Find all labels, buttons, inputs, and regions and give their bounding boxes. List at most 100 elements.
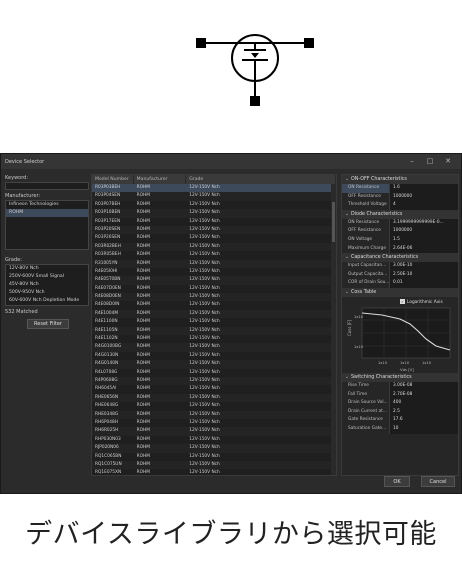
log-axis-checkbox[interactable]: ✓ Logarithmic Axis xyxy=(400,298,443,305)
table-row[interactable]: R03P10BEN ROHM 12V-150V Nch xyxy=(92,209,336,218)
property-value[interactable]: 3.1999999999999E-0... xyxy=(389,218,458,228)
table-row[interactable]: R4L0708G ROHM 12V-150V Nch xyxy=(92,369,336,377)
minimize-button[interactable]: – xyxy=(405,156,419,166)
grade-item[interactable]: 12V-80V Nch xyxy=(6,265,88,273)
table-row[interactable]: R4E05I0HI ROHM 12V-150V Nch xyxy=(92,268,336,276)
property-value[interactable]: 0.01 xyxy=(389,279,458,288)
table-row[interactable]: RH6P048H ROHM 12V-150V Nch xyxy=(92,419,336,427)
table-row[interactable]: R03P20SEN ROHM 12V-150V Nch xyxy=(92,225,336,235)
property-row[interactable]: Fall Time 2.70E-08 xyxy=(342,390,458,400)
table-row[interactable]: R03P04SEN ROHM 12V-150V Nch xyxy=(92,192,336,201)
table-row[interactable]: R4E08D0EN ROHM 12V-150V Nch xyxy=(92,293,336,302)
property-value[interactable]: 2.50E-10 xyxy=(389,270,458,280)
column-header-grade[interactable]: Grade xyxy=(186,175,336,184)
maximize-button[interactable]: □ xyxy=(423,156,437,166)
table-row[interactable]: R03P07BEH ROHM 12V-150V Nch xyxy=(92,201,336,209)
table-row[interactable]: R4E1100N ROHM 12V-150V Nch xyxy=(92,318,336,326)
table-row[interactable]: RHE0348G ROHM 12V-150V Nch xyxy=(92,410,336,419)
table-row[interactable]: R03P26SEN ROHM 12V-150V Nch xyxy=(92,234,336,242)
property-value[interactable]: 2.64E-06 xyxy=(389,244,458,254)
property-row[interactable]: Input Capacitan... 3.00E-10 xyxy=(342,262,458,271)
table-row[interactable]: R03R02BEH ROHM 12V-150V Nch xyxy=(92,242,336,252)
property-row[interactable]: OFF Resistance 1000000 xyxy=(342,192,458,202)
cell-model: R03P20SEN xyxy=(95,226,121,232)
property-row[interactable]: Output Capacita... 2.50E-10 xyxy=(342,270,458,280)
manufacturer-item[interactable]: Infineon Technologies xyxy=(6,201,88,209)
manufacturer-item[interactable]: ROHM xyxy=(6,209,88,217)
section-capacitance[interactable]: ⌄ Capacitance Characteristics xyxy=(342,253,458,263)
property-value[interactable]: 3.00E-08 xyxy=(389,381,458,391)
table-row[interactable]: R4E1105N ROHM 12V-150V Nch xyxy=(92,326,336,336)
property-row[interactable]: ON Resistance 3.1999999999999E-0... xyxy=(342,218,458,228)
table-row[interactable]: RH6045AI ROHM 12V-150V Nch xyxy=(92,385,336,393)
property-value[interactable]: 2.70E-08 xyxy=(389,390,458,400)
property-row[interactable]: OFF Resistance 1000000 xyxy=(342,227,458,236)
grade-list[interactable]: 12V-80V Nch 250V-600V Small Signal 45V-8… xyxy=(5,264,89,306)
ok-button[interactable]: OK xyxy=(384,476,410,487)
reset-filter-button[interactable]: Reset Filter xyxy=(27,319,69,329)
property-value[interactable]: 1000000 xyxy=(389,192,458,202)
table-row[interactable]: RH6R025H ROHM 12V-150V Nch xyxy=(92,427,336,436)
property-row[interactable]: Drain Current at... 2.5 xyxy=(342,407,458,417)
table-row[interactable]: R03P03BEH ROHM 12V-150V Nch xyxy=(92,184,336,193)
section-switching[interactable]: ⌄ Switching Characteristics xyxy=(342,372,458,382)
table-row[interactable]: R4E1004M ROHM 12V-150V Nch xyxy=(92,309,336,319)
section-coss[interactable]: ⌄ Coss Table xyxy=(342,287,458,297)
table-row[interactable]: R4G0130N ROHM 12V-150V Nch xyxy=(92,352,336,360)
close-button[interactable]: ✕ xyxy=(441,156,455,166)
grade-item[interactable]: 45V-80V Nch xyxy=(6,281,88,289)
caption-text: デバイスライブラリから選択可能 xyxy=(25,519,437,550)
table-row[interactable]: R31005YN ROHM 12V-150V Nch xyxy=(92,259,336,268)
check-icon: ✓ xyxy=(400,298,405,304)
scrollbar-thumb[interactable] xyxy=(332,202,335,242)
coss-ytick: 1x10 xyxy=(354,345,364,349)
property-row[interactable]: Maximum Charge 2.64E-06 xyxy=(342,244,458,254)
table-row[interactable]: RHE0648G ROHM 12V-150V Nch xyxy=(92,402,336,410)
table-row[interactable]: R4E08D0IN ROHM 12V-150V Nch xyxy=(92,301,336,309)
table-row[interactable]: R4P0608G ROHM 12V-150V Nch xyxy=(92,376,336,386)
grade-item[interactable]: 500V-950V Nch xyxy=(6,289,88,297)
table-row[interactable]: R4G0100BG ROHM 12V-150V Nch xyxy=(92,343,336,352)
property-value[interactable]: 400 xyxy=(389,399,458,408)
property-row[interactable]: COR of Drain Sou... 0.01 xyxy=(342,279,458,288)
cell-manufacturer: ROHM xyxy=(136,252,150,258)
cancel-button[interactable]: Cancel xyxy=(421,476,455,487)
section-diode[interactable]: ⌄ Diode Characteristics xyxy=(342,209,458,219)
keyword-input[interactable] xyxy=(5,182,89,190)
table-scrollbar[interactable] xyxy=(331,184,336,475)
table-row[interactable]: R4E1102N ROHM 12V-150V Nch xyxy=(92,335,336,343)
diode-rows: ON Resistance 3.1999999999999E-0... OFF Re… xyxy=(342,218,458,254)
manufacturer-list[interactable]: Infineon Technologies ROHM xyxy=(5,200,89,250)
property-value[interactable]: 2.5 xyxy=(389,407,458,417)
property-row[interactable]: ON Resistance 1.6 xyxy=(342,184,458,193)
property-row[interactable]: Threshold Voltage 4 xyxy=(342,201,458,210)
property-row[interactable]: Rise Time 3.00E-08 xyxy=(342,381,458,391)
table-row[interactable]: RHP030N03 ROHM 12V-150V Nch xyxy=(92,436,336,444)
grade-item[interactable]: 250V-600V Small Signal xyxy=(6,273,88,281)
property-value[interactable]: 3.00E-10 xyxy=(389,262,458,271)
grade-item[interactable]: 60V-600V Nch Depletion Mode xyxy=(6,297,88,305)
table-row[interactable]: R4E07D0EN ROHM 12V-150V Nch xyxy=(92,285,336,293)
table-row[interactable]: RQ1E075XN ROHM 12V-150V Nch xyxy=(92,469,336,475)
table-row[interactable]: RQ1C065BN ROHM 12V-150V Nch xyxy=(92,453,336,461)
property-value[interactable]: 10 xyxy=(389,424,458,434)
property-value[interactable]: 1000000 xyxy=(389,227,458,236)
property-row[interactable]: Gate Resistance 17.6 xyxy=(342,416,458,425)
property-value[interactable]: 1.5 xyxy=(389,235,458,245)
property-row[interactable]: Drain Source Vol... 400 xyxy=(342,399,458,408)
table-row[interactable]: R4E05T0BN ROHM 12V-150V Nch xyxy=(92,276,336,285)
property-row[interactable]: Saturation Gate... 10 xyxy=(342,424,458,434)
table-row[interactable]: R03R05BEH ROHM 12V-150V Nch xyxy=(92,251,336,259)
table-row[interactable]: R4G0140N ROHM 12V-150V Nch xyxy=(92,360,336,369)
column-header-model[interactable]: Model Number xyxy=(92,175,134,184)
property-value[interactable]: 17.6 xyxy=(389,416,458,425)
table-row[interactable]: RHE0656N ROHM 12V-150V Nch xyxy=(92,393,336,403)
table-row[interactable]: RQ1C075UN ROHM 12V-150V Nch xyxy=(92,460,336,470)
property-row[interactable]: ON Voltage 1.5 xyxy=(342,235,458,245)
column-header-manufacturer[interactable]: Manufacturer xyxy=(134,175,187,184)
property-value[interactable]: 1.6 xyxy=(389,184,458,193)
section-onoff[interactable]: ⌄ ON-OFF Characteristics xyxy=(342,175,458,184)
table-row[interactable]: R03P17EEN ROHM 12V-150V Nch xyxy=(92,218,336,226)
property-value[interactable]: 4 xyxy=(389,201,458,210)
table-row[interactable]: RJP020N06 ROHM 12V-150V Nch xyxy=(92,444,336,453)
